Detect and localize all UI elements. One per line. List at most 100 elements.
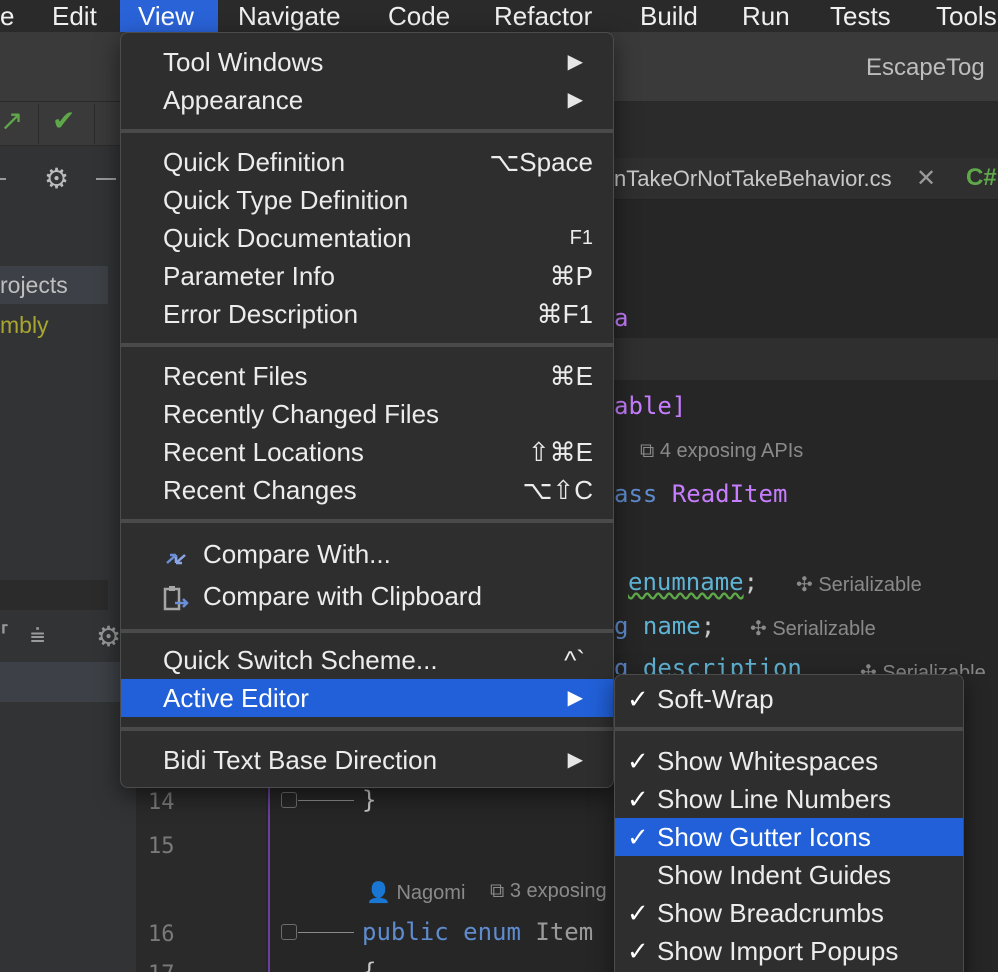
menu-item-label: Show Import Popups [657,936,899,966]
inlay-hint-author-label: Nagomi [396,882,466,904]
menubar-item-navigate[interactable]: Navigate [232,0,347,32]
current-line-highlight [614,338,998,380]
fold-marker-icon[interactable] [281,792,297,808]
submenu-arrow-icon: ▶ [567,89,583,111]
menu-item-show-line-numbers[interactable]: ✓ Show Line Numbers [615,780,963,818]
expand-all-icon[interactable]: ⩧ [30,620,45,652]
lower-panel-selected-row[interactable] [0,662,136,702]
menu-item-quick-definition[interactable]: Quick Definition ⌥Space [121,143,613,181]
menu-item-recent-changes[interactable]: Recent Changes ⌥⇧C [121,471,613,509]
menu-item-parameter-info[interactable]: Parameter Info ⌘P [121,257,613,295]
code-keyword: enum [463,918,521,946]
close-tab-icon[interactable]: ✕ [916,164,936,193]
menu-item-show-whitespaces[interactable]: ✓ Show Whitespaces [615,742,963,780]
collapse-icon[interactable] [0,178,6,180]
menu-item-label: Recently Changed Files [163,399,440,429]
inlay-hint-apis-label: 4 exposing APIs [659,440,804,462]
menu-item-label: Compare With... [203,539,391,569]
view-menu: Tool Windows ▶ Appearance ▶ Quick Defini… [120,32,614,788]
minimize-icon[interactable] [96,178,116,180]
code-enum-decl: public enum Item [362,918,614,946]
compare-icon [163,543,189,567]
menubar-item-code[interactable]: Code [382,0,456,32]
code-type: g [614,612,629,640]
menu-item-quick-switch-scheme[interactable]: Quick Switch Scheme... ^` [121,641,613,679]
menu-item-compare-with[interactable]: Compare With... [121,535,613,573]
menubar-item-edit[interactable]: Edit [46,0,103,32]
line-number: 14 [148,790,175,815]
inlay-hint-author[interactable]: 👤 Nagomi [366,880,465,905]
inlay-hint-apis-label: 3 exposing [509,880,607,902]
unity-icon: ✣ [860,662,877,674]
arrow-up-right-icon[interactable]: ↗ [0,104,23,137]
menu-item-error-description[interactable]: Error Description ⌘F1 [121,295,613,333]
menu-item-label: Bidi Text Base Direction [163,745,438,775]
indent-guide [268,780,270,972]
gear-icon[interactable]: ⚙ [44,162,69,195]
panel-divider [0,580,108,610]
menu-item-shortcut: ⌘F1 [536,299,593,329]
menu-item-quick-documentation[interactable]: Quick Documentation F1 [121,219,613,257]
fold-line [298,800,354,801]
menu-item-bidi[interactable]: Bidi Text Base Direction ▶ [121,741,613,779]
menu-separator [121,727,613,731]
menu-item-recent-files[interactable]: Recent Files ⌘E [121,357,613,395]
check-icon: ✓ [627,898,649,928]
code-semicolon: ; [700,612,716,640]
menu-item-show-import-popups[interactable]: ✓ Show Import Popups [615,932,963,970]
inlay-hint-apis[interactable]: ⧉ 3 exposing [490,880,614,903]
menu-item-appearance[interactable]: Appearance ▶ [121,81,613,119]
api-icon: ⧉ [490,880,505,902]
menu-item-soft-wrap[interactable]: ✓ Soft-Wrap [615,680,963,718]
tree-item-assembly-label[interactable]: mbly [0,312,49,339]
menu-item-shortcut: ⇧⌘E [527,437,593,467]
collapse-all-icon[interactable]: ⸢ [0,620,10,651]
submenu-arrow-icon: ▶ [567,687,583,709]
menu-separator [615,727,963,731]
gear-icon[interactable]: ⚙ [96,620,121,653]
menubar-item-view[interactable]: View [120,0,218,32]
project-toolbar: ⚙ [0,158,120,200]
fold-marker-icon[interactable] [281,924,297,940]
menu-item-active-editor[interactable]: Active Editor ▶ [121,679,613,717]
menu-item-label: Recent Locations [163,437,364,467]
menubar-item-tests[interactable]: Tests [824,0,897,32]
menu-separator [121,519,613,523]
code-field-name: enumname [628,568,744,596]
menubar-item-build[interactable]: Build [634,0,704,32]
menubar-item-run[interactable]: Run [736,0,796,32]
inlay-hint-serializable-label: Serializable [772,618,876,640]
menu-item-show-indent-guides[interactable]: Show Indent Guides [615,856,963,894]
code-field-enumname: enumname; [628,568,758,596]
editor-tab-label[interactable]: nTakeOrNotTakeBehavior.cs [614,166,892,192]
inlay-hint-apis[interactable]: ⧉ 4 exposing APIs [640,440,803,463]
menu-item-shortcut: ⌘E [549,361,593,391]
toolbar-divider [94,104,95,144]
menu-item-shortcut: ⌥Space [489,147,593,177]
check-icon: ✓ [627,936,649,966]
menu-item-tool-windows[interactable]: Tool Windows ▶ [121,43,613,81]
code-class-name: ReadItem [671,480,788,508]
code-field-description-line: g description [614,654,802,674]
menu-item-recently-changed-files[interactable]: Recently Changed Files [121,395,613,433]
menu-item-label: Appearance [163,85,304,115]
inlay-hint-serializable-label: Serializable [818,574,922,596]
menu-item-show-breadcrumbs[interactable]: ✓ Show Breadcrumbs [615,894,963,932]
unity-icon: ✣ [796,574,813,596]
menubar-item-refactor[interactable]: Refactor [488,0,598,32]
menu-item-label: Soft-Wrap [657,684,774,714]
inlay-hint-serializable[interactable]: ✣ Serializable [860,660,986,674]
menu-item-label: Recent Changes [163,475,357,505]
menu-item-quick-type-definition[interactable]: Quick Type Definition [121,181,613,219]
menu-item-recent-locations[interactable]: Recent Locations ⇧⌘E [121,433,613,471]
menu-item-shortcut: ⌘P [549,261,593,291]
menubar-item-tools[interactable]: Tools [930,0,998,32]
inlay-hint-serializable[interactable]: ✣ Serializable [796,572,922,597]
menubar-item-file[interactable]: e [0,0,20,32]
code-type-name: Item [535,918,594,946]
menu-item-show-gutter-icons[interactable]: ✓ Show Gutter Icons [615,818,963,856]
menu-item-compare-with-clipboard[interactable]: Compare with Clipboard [121,577,613,615]
inlay-hint-serializable[interactable]: ✣ Serializable [750,616,876,641]
checkmark-icon[interactable]: ✔ [52,104,75,137]
menu-item-label: Active Editor [163,683,309,713]
